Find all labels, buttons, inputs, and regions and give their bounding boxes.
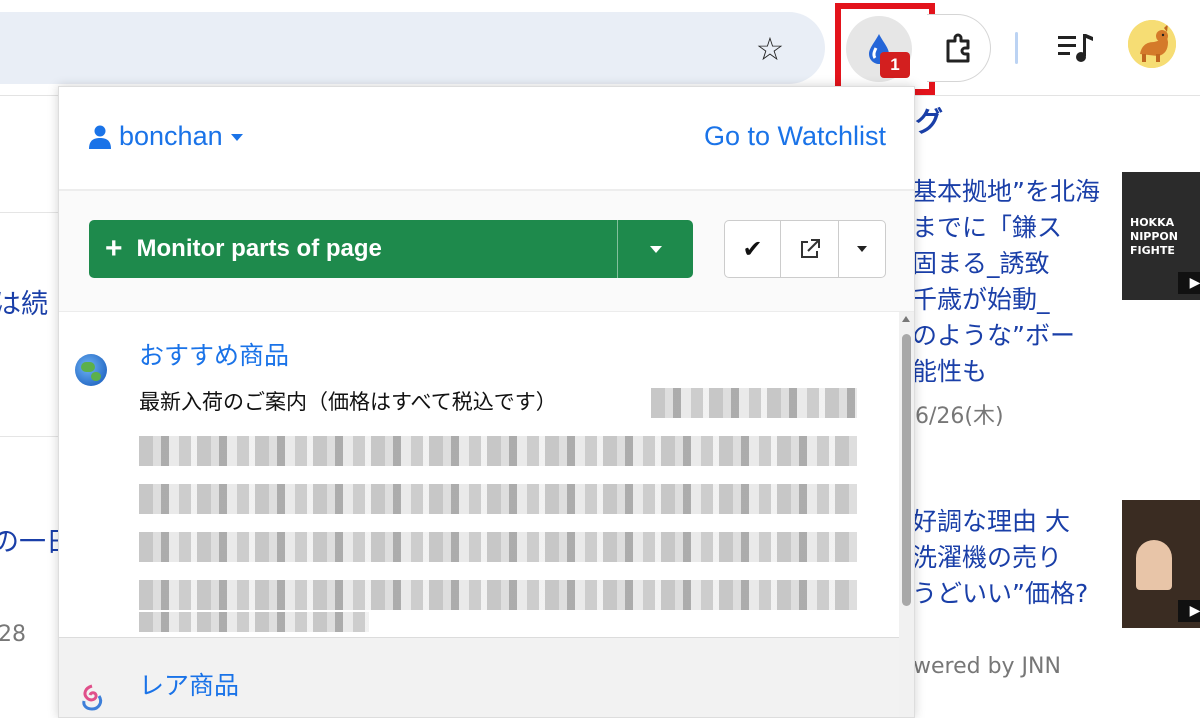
row-divider (0, 436, 58, 437)
news-headline-line[interactable]: のような”ボー (915, 316, 1075, 352)
scroll-up-arrow-icon[interactable] (902, 316, 910, 322)
page-action-buttons: ✔ (724, 220, 886, 278)
scroll-thumb[interactable] (902, 334, 911, 606)
date-fragment: 28 (0, 622, 26, 647)
highlight-box (835, 3, 935, 95)
monitor-button-label: Monitor parts of page (136, 235, 382, 262)
caret-down-icon (230, 134, 243, 141)
news-date: 6/26(木) (915, 404, 1004, 429)
more-options-dropdown[interactable] (839, 221, 885, 277)
news-link-fragment[interactable]: は続 (0, 282, 48, 321)
screen: ☆ 1 は続 の一日 28 グ 基本拠地”を北海 までに「鎌ス 固まる_誘致 千… (0, 0, 1200, 718)
news-headline-line[interactable]: うどいい”価格? (915, 574, 1088, 610)
media-playlist-icon[interactable] (1056, 30, 1096, 66)
monitor-split-button: + Monitor parts of page (89, 220, 693, 278)
caret-down-icon (857, 246, 867, 252)
monitor-parts-button[interactable]: + Monitor parts of page (89, 220, 617, 278)
watch-item[interactable]: レア商品 (59, 638, 899, 717)
caret-down-icon (649, 245, 662, 253)
news-sidebar: グ 基本拠地”を北海 までに「鎌ス 固まる_誘致 千歳が始動_ のような”ボー … (915, 96, 1200, 718)
video-thumbnail[interactable]: ▶ (1122, 500, 1200, 628)
user-menu[interactable]: bonchan (89, 121, 243, 152)
toolbar-separator (1015, 32, 1018, 64)
play-icon: ▶ (1178, 272, 1200, 294)
username: bonchan (119, 121, 223, 151)
plus-icon: + (105, 232, 123, 265)
row-divider (0, 212, 58, 213)
browser-toolbar: ☆ 1 (0, 0, 1200, 96)
watch-item[interactable]: おすすめ商品 最新入荷のご案内（価格はすべて税込です） (59, 312, 899, 637)
watch-item-title[interactable]: レア商品 (139, 666, 239, 702)
popup-header: bonchan Go to Watchlist (59, 87, 914, 189)
watchlist-popup: bonchan Go to Watchlist + Monitor parts … (58, 86, 915, 718)
action-bar: + Monitor parts of page ✔ (59, 191, 914, 311)
check-button[interactable]: ✔ (725, 221, 781, 277)
news-headline-line[interactable]: 固まる_誘致 (915, 244, 1050, 280)
news-headline-line[interactable]: までに「鎌ス (915, 208, 1062, 244)
news-headline-line[interactable]: 千歳が始動_ (915, 280, 1050, 316)
video-thumbnail[interactable]: HOKKA NIPPON FIGHTE ▶ (1122, 172, 1200, 300)
blurred-content (139, 580, 857, 610)
powered-by-text: wered by JNN (915, 654, 1061, 679)
blurred-content (139, 436, 857, 466)
user-icon (89, 125, 111, 149)
dog-avatar-icon (1128, 20, 1176, 68)
profile-avatar[interactable] (1128, 20, 1176, 68)
address-bar[interactable] (0, 12, 825, 84)
checkmark-icon: ✔ (742, 235, 763, 263)
globe-icon (75, 354, 107, 386)
spiral-logo-icon (82, 684, 103, 711)
popup-scrollbar[interactable] (899, 312, 914, 717)
blurred-content (139, 484, 857, 514)
external-link-icon (800, 239, 820, 258)
section-heading: グ (915, 105, 944, 138)
watch-item-description: 最新入荷のご案内（価格はすべて税込です） (139, 390, 557, 414)
presenter-figure (1136, 540, 1172, 590)
monitor-options-dropdown[interactable] (618, 220, 693, 278)
blurred-content (139, 532, 857, 562)
go-to-watchlist-link[interactable]: Go to Watchlist (704, 121, 886, 152)
puzzle-icon (946, 33, 969, 63)
news-headline-line[interactable]: 能性も (915, 352, 987, 388)
play-icon: ▶ (1178, 600, 1200, 622)
thumbnail-overlay: HOKKA NIPPON FIGHTE (1130, 216, 1178, 257)
watch-item-title[interactable]: おすすめ商品 (139, 336, 289, 372)
bookmark-star-icon[interactable]: ☆ (748, 27, 792, 71)
news-headline-line[interactable]: 基本拠地”を北海 (915, 172, 1100, 208)
news-headline-line[interactable]: 洗濯機の売り (915, 538, 1062, 574)
news-headline-line[interactable]: 好調な理由 大 (915, 502, 1070, 538)
blurred-content (651, 388, 857, 418)
open-external-button[interactable] (781, 221, 839, 277)
extensions-button[interactable] (927, 14, 991, 82)
blurred-content (139, 612, 369, 632)
